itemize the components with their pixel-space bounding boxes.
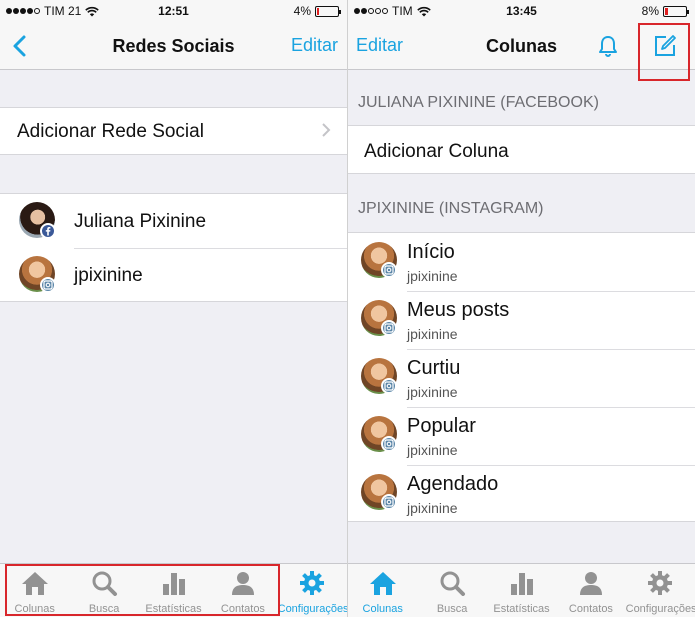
tab-configuracoes[interactable]: Configurações bbox=[626, 564, 695, 617]
accounts-list: Juliana Pixinine jpixinine bbox=[0, 193, 347, 302]
column-row[interactable]: Agendado jpixinine bbox=[348, 465, 695, 523]
bar-chart-icon bbox=[162, 573, 185, 595]
column-subtitle: jpixinine bbox=[407, 500, 458, 516]
status-bar: TIM 21 12:51 4% bbox=[0, 0, 347, 22]
instagram-icon bbox=[381, 262, 397, 278]
gear-icon bbox=[300, 571, 325, 595]
add-social-network-label: Adicionar Rede Social bbox=[17, 121, 204, 142]
account-row-instagram[interactable]: jpixinine bbox=[0, 248, 347, 302]
add-column-label: Adicionar Coluna bbox=[364, 141, 509, 162]
person-icon bbox=[579, 572, 602, 595]
navigation-bar: Redes Sociais Editar bbox=[0, 22, 347, 70]
tab-label: Contatos bbox=[568, 603, 613, 615]
tab-estatisticas[interactable]: Estatísticas bbox=[487, 564, 556, 617]
column-title: Popular bbox=[407, 415, 476, 437]
tab-busca[interactable]: Busca bbox=[69, 564, 138, 617]
tab-label: Estatísticas bbox=[493, 603, 550, 615]
search-icon bbox=[440, 571, 466, 596]
instagram-icon bbox=[40, 277, 56, 293]
battery-percent: 4% bbox=[293, 4, 311, 18]
bell-icon[interactable] bbox=[596, 34, 620, 58]
back-chevron-icon[interactable] bbox=[10, 34, 30, 58]
tab-label: Configurações bbox=[625, 603, 695, 615]
tab-label: Busca bbox=[88, 603, 120, 615]
person-icon bbox=[231, 572, 254, 595]
column-title: Curtiu bbox=[407, 357, 461, 379]
column-row[interactable]: Meus posts jpixinine bbox=[348, 291, 695, 349]
section-header-instagram: JPIXININE (INSTAGRAM) bbox=[358, 200, 544, 217]
tab-colunas[interactable]: Colunas bbox=[348, 564, 417, 617]
tab-contatos[interactable]: Contatos bbox=[556, 564, 625, 617]
facebook-icon bbox=[40, 223, 56, 239]
tab-configuracoes[interactable]: Configurações bbox=[278, 564, 347, 617]
battery-percent: 8% bbox=[641, 4, 659, 18]
tab-label: Colunas bbox=[362, 603, 403, 615]
battery-icon bbox=[315, 5, 341, 17]
tab-bar: Colunas Busca Estatísticas Contatos Conf… bbox=[348, 563, 695, 617]
bar-chart-icon bbox=[510, 573, 533, 595]
edit-button[interactable]: Editar bbox=[356, 35, 403, 56]
section-header-facebook: JULIANA PIXININE (FACEBOOK) bbox=[358, 94, 599, 111]
tab-label: Colunas bbox=[14, 603, 55, 615]
colunas-screen: TIM 13:45 8% Editar Colunas JULIANA PIXI… bbox=[348, 0, 695, 617]
column-row[interactable]: Curtiu jpixinine bbox=[348, 349, 695, 407]
tab-bar: Colunas Busca Estatísticas Contatos Conf… bbox=[0, 563, 347, 617]
column-title: Meus posts bbox=[407, 299, 510, 321]
home-icon bbox=[21, 572, 48, 595]
redes-sociais-screen: TIM 21 12:51 4% Redes Sociais Editar Adi… bbox=[0, 0, 347, 617]
column-subtitle: jpixinine bbox=[407, 384, 458, 400]
tab-label: Contatos bbox=[220, 603, 265, 615]
home-icon bbox=[369, 572, 396, 595]
account-name: Juliana Pixinine bbox=[74, 211, 207, 232]
column-subtitle: jpixinine bbox=[407, 268, 458, 284]
column-title: Início bbox=[407, 241, 455, 263]
column-subtitle: jpixinine bbox=[407, 442, 458, 458]
navigation-bar: Editar Colunas bbox=[348, 22, 695, 70]
tab-contatos[interactable]: Contatos bbox=[208, 564, 277, 617]
tab-estatisticas[interactable]: Estatísticas bbox=[139, 564, 208, 617]
instagram-icon bbox=[381, 378, 397, 394]
facebook-columns-group: Adicionar Coluna bbox=[348, 125, 695, 174]
chevron-right-icon bbox=[322, 123, 331, 137]
instagram-icon bbox=[381, 436, 397, 452]
add-social-network-row[interactable]: Adicionar Rede Social bbox=[0, 108, 347, 154]
instagram-icon bbox=[381, 320, 397, 336]
battery-icon bbox=[663, 5, 689, 17]
tab-busca[interactable]: Busca bbox=[417, 564, 486, 617]
column-row[interactable]: Popular jpixinine bbox=[348, 407, 695, 465]
column-title: Agendado bbox=[407, 473, 499, 495]
instagram-columns-list: Início jpixinine Meus posts jpixinine Curtiu… bbox=[348, 232, 695, 522]
gear-icon bbox=[648, 571, 673, 595]
tab-label: Configurações bbox=[277, 603, 347, 615]
instagram-icon bbox=[381, 494, 397, 510]
tab-colunas[interactable]: Colunas bbox=[0, 564, 69, 617]
account-row-facebook[interactable]: Juliana Pixinine bbox=[0, 194, 347, 248]
column-subtitle: jpixinine bbox=[407, 326, 458, 342]
tab-label: Busca bbox=[436, 603, 468, 615]
add-social-network-group: Adicionar Rede Social bbox=[0, 107, 347, 155]
search-icon bbox=[92, 571, 118, 596]
compose-icon[interactable] bbox=[653, 34, 677, 58]
column-row[interactable]: Início jpixinine bbox=[348, 233, 695, 291]
edit-button[interactable]: Editar bbox=[291, 35, 338, 56]
status-bar: TIM 13:45 8% bbox=[348, 0, 695, 22]
account-name: jpixinine bbox=[74, 265, 143, 286]
tab-label: Estatísticas bbox=[145, 603, 202, 615]
add-column-row[interactable]: Adicionar Coluna bbox=[348, 126, 695, 172]
